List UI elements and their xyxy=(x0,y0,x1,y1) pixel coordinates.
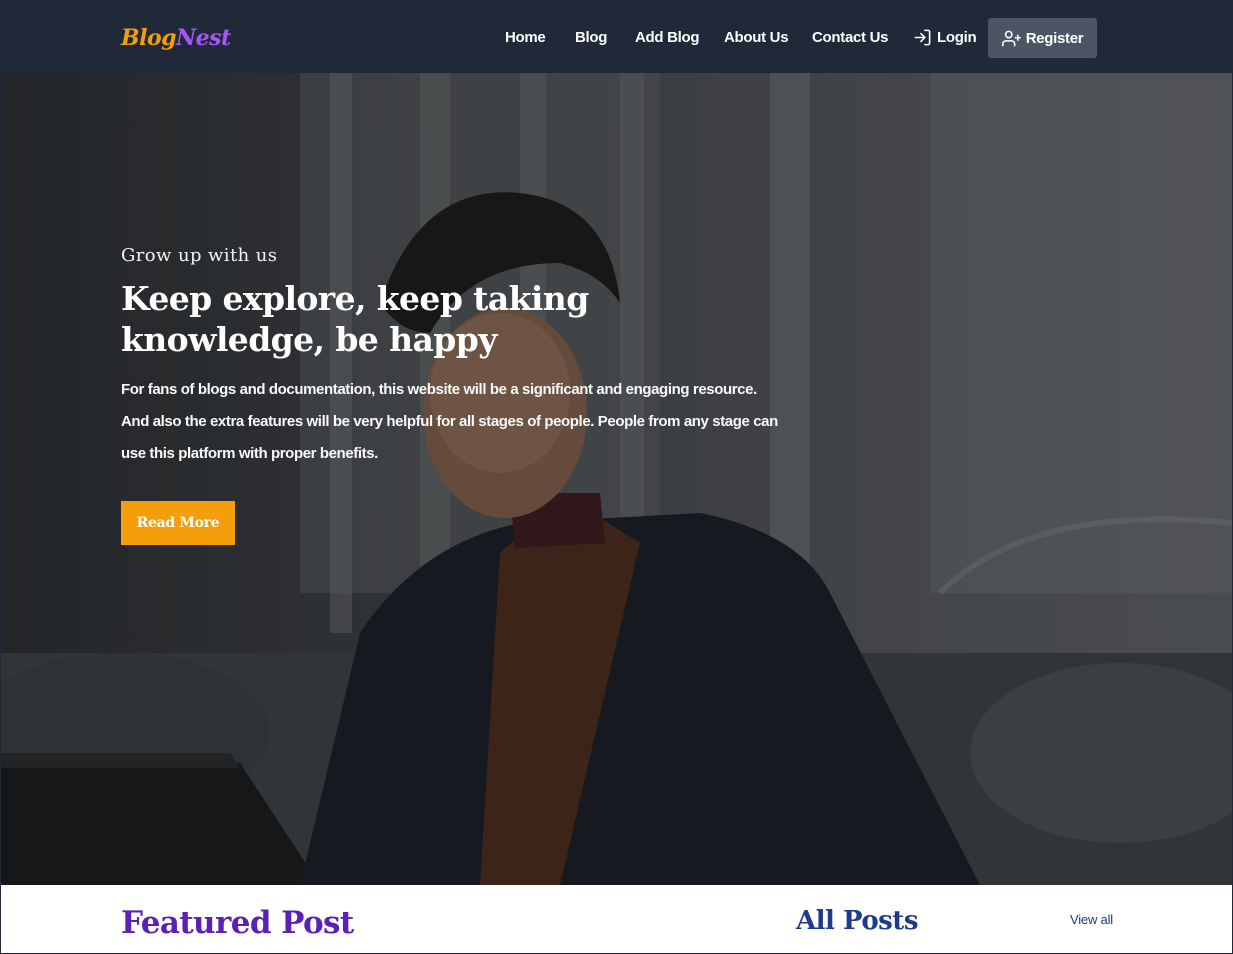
nav-blog[interactable]: Blog xyxy=(575,29,607,46)
nav-add-blog[interactable]: Add Blog xyxy=(635,29,700,46)
navbar: BlogNest Home Blog Add Blog About Us Con… xyxy=(0,0,1233,73)
read-more-button[interactable]: Read More xyxy=(121,501,235,545)
hero-dark-overlay xyxy=(0,73,1233,885)
hero-banner: Grow up with us Keep explore, keep takin… xyxy=(0,73,1233,885)
register-label: Register xyxy=(1025,29,1084,47)
hero-headline: Keep explore, keep taking knowledge, be … xyxy=(121,279,589,359)
hero-content: Grow up with us Keep explore, keep takin… xyxy=(121,243,801,470)
hero-eyebrow: Grow up with us xyxy=(121,245,278,266)
user-plus-icon xyxy=(1001,29,1021,48)
nav-home[interactable]: Home xyxy=(505,29,546,46)
login-label: Login xyxy=(937,29,977,46)
register-button[interactable]: Register xyxy=(988,18,1097,58)
featured-post-heading: Featured Post xyxy=(121,905,354,941)
all-posts-heading: All Posts xyxy=(796,906,918,936)
login-link[interactable]: Login xyxy=(913,28,977,47)
login-arrow-icon xyxy=(913,28,932,47)
view-all-link[interactable]: View all xyxy=(1070,912,1113,927)
nav-about-us[interactable]: About Us xyxy=(724,29,789,46)
hero-description: For fans of blogs and documentation, thi… xyxy=(121,381,778,462)
nav-contact-us[interactable]: Contact Us xyxy=(812,29,888,46)
